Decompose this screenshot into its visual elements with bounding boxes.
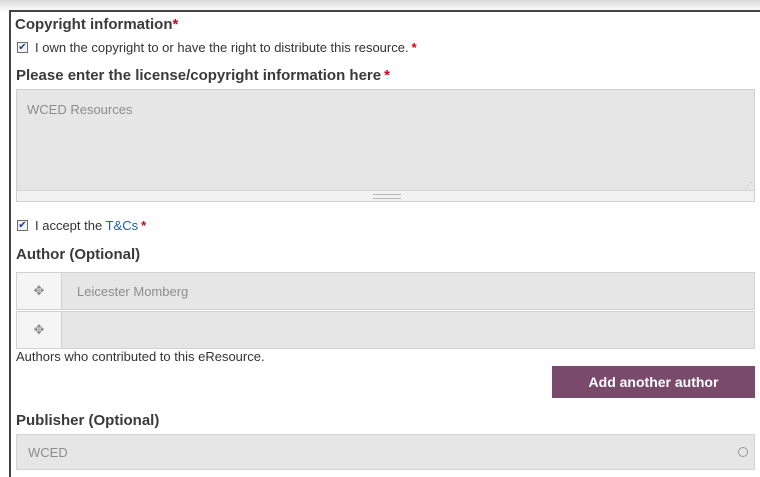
own-copyright-label: I own the copyright to or have the right…	[35, 40, 417, 55]
terms-link[interactable]: T&Cs	[106, 218, 139, 233]
drag-handle-icon[interactable]: ✥	[17, 273, 61, 309]
publisher-label: Publisher (Optional)	[16, 412, 160, 429]
author-input[interactable]: Leicester Momberg	[61, 273, 754, 309]
license-textarea[interactable]: WCED Resources ⋰	[16, 89, 755, 202]
author-label: Author (Optional)	[16, 246, 141, 263]
textarea-resize-handle[interactable]	[17, 190, 754, 201]
author-help-text: Authors who contributed to this eResourc…	[16, 349, 265, 364]
author-row: ✥ Leicester Momberg	[16, 272, 755, 310]
own-copyright-text: I own the copyright to or have the right…	[35, 40, 409, 55]
license-textarea-value: WCED Resources	[27, 102, 133, 117]
own-copyright-checkbox[interactable]: ✔	[17, 42, 28, 53]
drag-handle-icon[interactable]: ✥	[17, 312, 61, 348]
author-row: ✥	[16, 311, 755, 349]
accept-terms-prefix: I accept the	[35, 218, 103, 233]
loading-indicator-icon	[738, 447, 748, 457]
author-input[interactable]	[61, 312, 754, 348]
license-label: Please enter the license/copyright infor…	[16, 67, 390, 84]
publisher-select-value: WCED	[28, 444, 68, 460]
accept-terms-label: I accept the T&Cs *	[35, 218, 146, 233]
license-label-text: Please enter the license/copyright infor…	[16, 67, 382, 84]
add-another-author-button[interactable]: Add another author	[552, 366, 755, 398]
required-marker: *	[141, 218, 147, 233]
resize-corner-icon: ⋰	[744, 181, 752, 190]
accept-terms-checkbox[interactable]: ✔	[17, 220, 28, 231]
required-marker: *	[172, 16, 179, 33]
required-marker: *	[384, 67, 390, 84]
copyright-heading: Copyright information*	[15, 16, 178, 33]
required-marker: *	[411, 40, 417, 55]
copyright-heading-text: Copyright information	[15, 16, 173, 33]
publisher-select[interactable]: WCED	[16, 434, 755, 470]
